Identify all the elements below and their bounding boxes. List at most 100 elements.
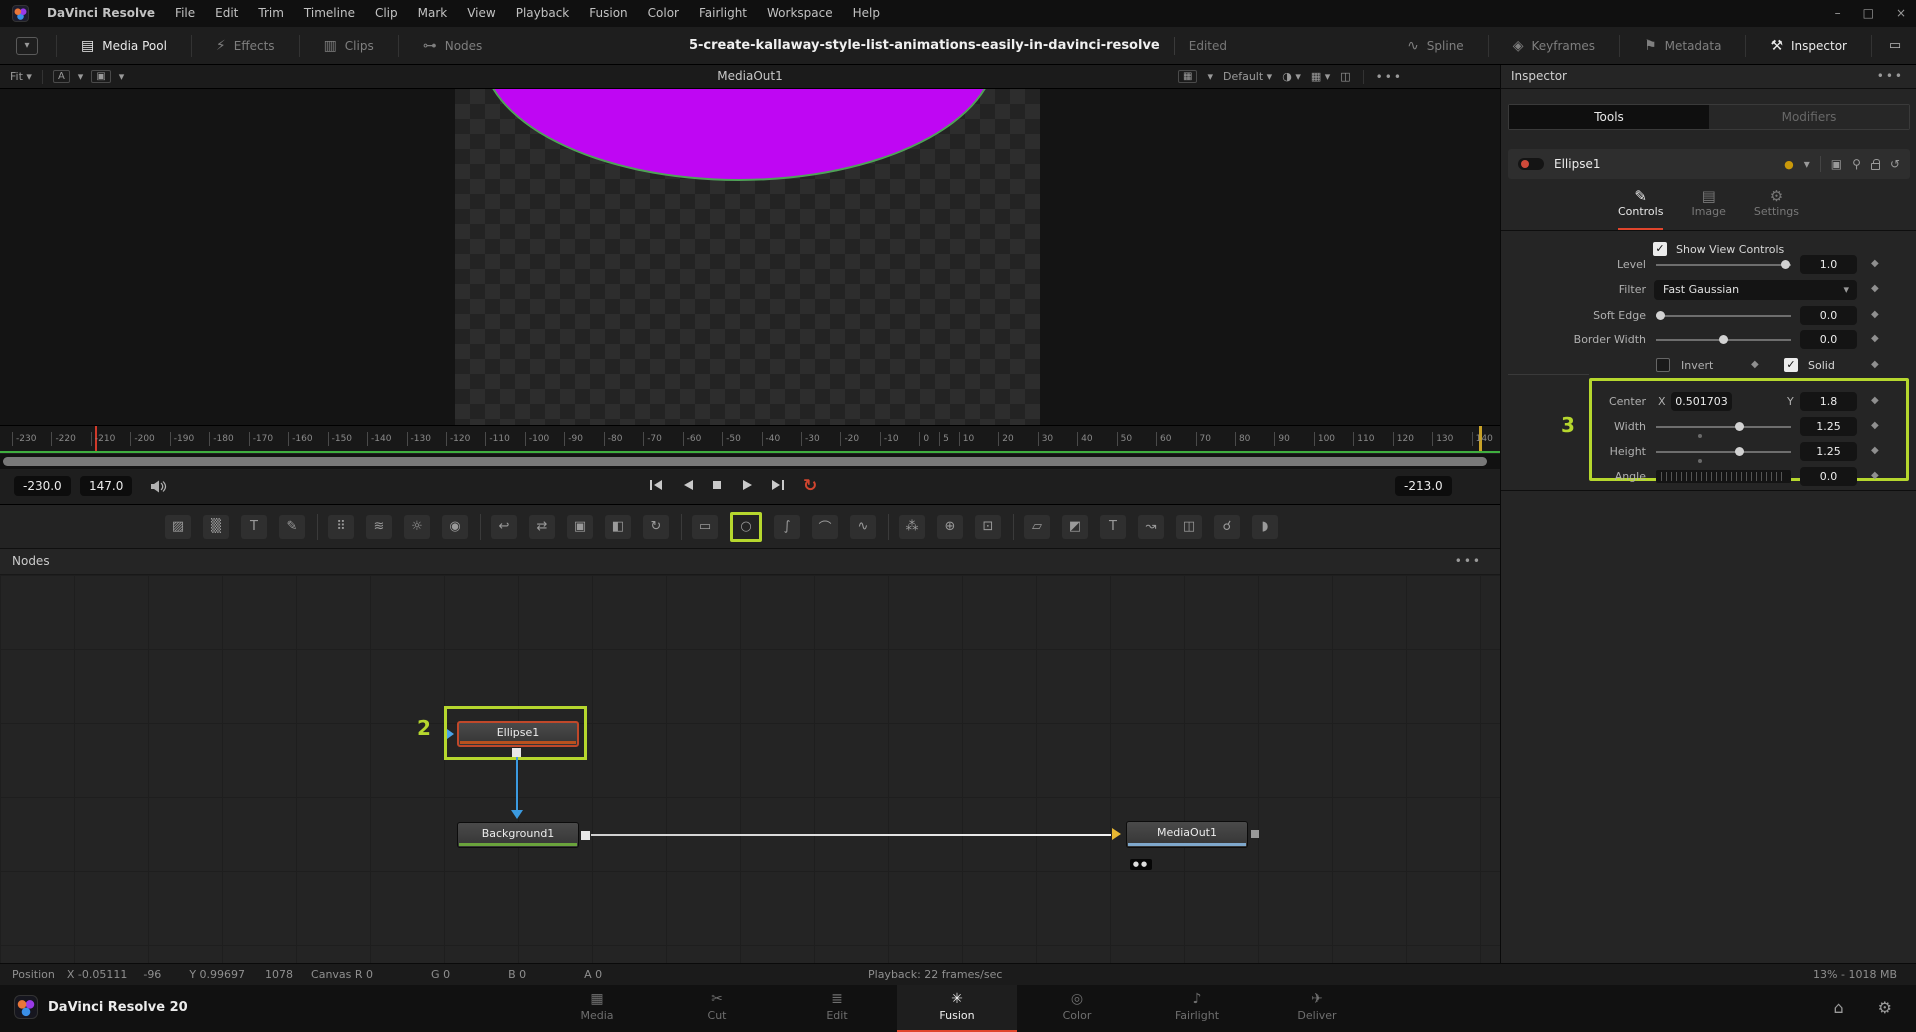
tool-color-curves-icon[interactable]: ≋ (366, 515, 392, 539)
grid-overlay-button[interactable]: ▦ ▾ (1311, 70, 1330, 83)
minimize-icon[interactable]: – (1835, 0, 1841, 27)
tool-p-merge-icon[interactable]: ⊕ (937, 515, 963, 539)
tool-dve-icon[interactable]: ⇄ (529, 515, 555, 539)
node-graph[interactable]: 2 Ellipse1 Background1 MediaOut1 ●● (0, 575, 1500, 963)
tool-image-plane-3d-icon[interactable]: ▱ (1024, 515, 1050, 539)
border-width-keyframe-icon[interactable]: ◆ (1871, 333, 1879, 344)
proxy-button[interactable]: ▦ (1178, 70, 1197, 83)
menu-item-clip[interactable]: Clip (365, 0, 408, 27)
page-tab-color[interactable]: ◎Color (1017, 985, 1137, 1032)
mask-connection-line[interactable] (516, 757, 518, 810)
menu-item-fusion[interactable]: Fusion (579, 0, 637, 27)
toolbar-button-inspector[interactable]: ⚒Inspector (1756, 27, 1861, 64)
page-tab-deliver[interactable]: ✈Deliver (1257, 985, 1377, 1032)
menu-item-help[interactable]: Help (843, 0, 890, 27)
buffer-chevron-icon[interactable]: ▾ (78, 70, 84, 83)
maximize-icon[interactable]: □ (1863, 0, 1874, 27)
tool-merge-3d-icon[interactable]: ↝ (1138, 515, 1164, 539)
toolbar-button-effects[interactable]: ⚡Effects (202, 27, 289, 64)
menu-item-edit[interactable]: Edit (205, 0, 248, 27)
play-button[interactable] (740, 479, 753, 494)
proxy-chevron-icon[interactable]: ▾ (1207, 70, 1213, 83)
tool-ellipse-mask-icon[interactable]: ○ (733, 515, 759, 539)
tool-brightness-contrast-icon[interactable]: ☼ (404, 515, 430, 539)
center-x-field[interactable]: 0.501703 (1671, 392, 1732, 411)
tool-spot-light-icon[interactable]: ☌ (1214, 515, 1240, 539)
filter-dropdown[interactable]: Fast Gaussian▾ (1654, 280, 1857, 300)
tab-modifiers[interactable]: Modifiers (1709, 105, 1909, 129)
soft-edge-value-field[interactable]: 0.0 (1800, 306, 1857, 325)
width-keyframe-icon[interactable]: ◆ (1871, 420, 1879, 431)
menu-item-mark[interactable]: Mark (408, 0, 458, 27)
height-slider[interactable] (1656, 451, 1791, 453)
toolbar-button-metadata[interactable]: ⚑Metadata (1630, 27, 1735, 64)
tool-paint-icon[interactable]: ✎ (279, 515, 305, 539)
center-keyframe-icon[interactable]: ◆ (1871, 395, 1879, 406)
solid-checkbox[interactable]: ✓ (1784, 358, 1798, 372)
toolbar-button-media-pool[interactable]: ▤Media Pool (67, 27, 181, 64)
mediaout-view-indicator[interactable]: ●● (1130, 859, 1152, 870)
filter-keyframe-icon[interactable]: ◆ (1871, 283, 1879, 294)
inspector-options-menu[interactable]: ••• (1877, 69, 1904, 83)
menu-item-timeline[interactable]: Timeline (294, 0, 365, 27)
node-enable-toggle[interactable] (1518, 158, 1544, 170)
tool-matte-control-icon[interactable]: ◧ (605, 515, 631, 539)
tool-camera-3d-icon[interactable]: ◫ (1176, 515, 1202, 539)
tool-resize-icon[interactable]: ↻ (643, 515, 669, 539)
node-background1[interactable]: Background1 (457, 822, 579, 848)
page-tab-fusion[interactable]: ✳Fusion (897, 985, 1017, 1032)
stop-button[interactable] (711, 479, 723, 494)
level-slider-handle[interactable] (1781, 260, 1790, 269)
toolbar-button-keyframes[interactable]: ◈Keyframes (1499, 27, 1609, 64)
subtab-image[interactable]: ▤Image (1691, 185, 1725, 230)
level-keyframe-icon[interactable]: ◆ (1871, 258, 1879, 269)
center-y-field[interactable]: 1.8 (1800, 392, 1857, 411)
lut-dropdown[interactable]: Default ▾ (1223, 70, 1272, 83)
menu-item-workspace[interactable]: Workspace (757, 0, 843, 27)
node-ellipse1[interactable]: Ellipse1 (457, 721, 579, 747)
node-color-chevron-icon[interactable]: ▾ (1804, 157, 1810, 171)
show-view-controls-checkbox[interactable]: ✓ (1653, 242, 1667, 256)
viewer-options-menu[interactable]: ••• (1376, 70, 1403, 84)
border-width-slider[interactable] (1656, 339, 1791, 341)
menu-item-file[interactable]: File (165, 0, 205, 27)
tool-shape-3d-icon[interactable]: ◩ (1062, 515, 1088, 539)
tool-background-icon[interactable]: ▨ (165, 515, 191, 539)
channel-button[interactable]: ◑ ▾ (1282, 70, 1301, 83)
timeline-ruler[interactable]: -230-220-210-200-190-180-170-160-150-140… (0, 425, 1500, 451)
width-slider[interactable] (1656, 426, 1791, 428)
tool-bspline-mask-icon[interactable]: ⌒ (812, 515, 838, 539)
level-value-field[interactable]: 1.0 (1800, 255, 1857, 274)
soft-edge-slider[interactable] (1656, 315, 1791, 317)
mediaout-node-output-icon[interactable] (1251, 830, 1259, 838)
range-end-field[interactable]: -213.0 (1395, 476, 1452, 496)
tab-tools[interactable]: Tools (1509, 105, 1709, 129)
node-mediaout1[interactable]: MediaOut1 (1126, 821, 1248, 848)
tool-fast-noise-icon[interactable]: ▒ (203, 515, 229, 539)
range-start-field[interactable]: -230.0 (14, 476, 71, 496)
toolbar-button-clips[interactable]: ▥Clips (310, 27, 388, 64)
reset-icon[interactable]: ↺ (1890, 157, 1900, 171)
versions-icon[interactable]: ▣ (1831, 157, 1842, 171)
solid-keyframe-icon[interactable]: ◆ (1871, 359, 1879, 370)
border-width-slider-handle[interactable] (1719, 335, 1728, 344)
go-to-end-button[interactable] (770, 479, 786, 494)
page-tab-edit[interactable]: ≣Edit (777, 985, 897, 1032)
main-connection-line[interactable] (591, 834, 1111, 836)
audio-mute-icon[interactable] (150, 480, 168, 496)
angle-thumbwheel[interactable] (1656, 470, 1791, 483)
split-view-button[interactable]: ◫ (1340, 70, 1350, 83)
height-keyframe-icon[interactable]: ◆ (1871, 445, 1879, 456)
ellipse-node-input-icon[interactable] (447, 729, 454, 739)
scrollbar-thumb[interactable] (3, 457, 1487, 466)
width-slider-handle[interactable] (1735, 422, 1744, 431)
ellipse-node-output-icon[interactable] (512, 748, 521, 757)
tool-transform-icon[interactable]: ↩ (491, 515, 517, 539)
menu-item-fairlight[interactable]: Fairlight (689, 0, 757, 27)
loop-playback-button[interactable]: ↻ (803, 478, 817, 494)
quick-export-button[interactable]: ▾ (16, 37, 38, 55)
nodes-options-menu[interactable]: ••• (1455, 554, 1482, 568)
height-slider-handle[interactable] (1735, 447, 1744, 456)
buffer-a-button[interactable]: A (53, 70, 70, 83)
page-tab-cut[interactable]: ✂Cut (657, 985, 777, 1032)
